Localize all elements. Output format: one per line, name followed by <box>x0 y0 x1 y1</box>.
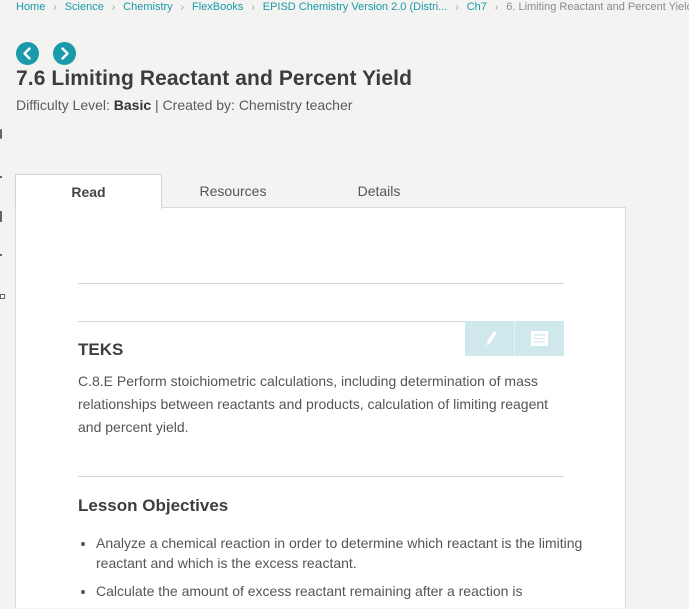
content-panel: TEKS C.8.E Perform stoichiometric calcul… <box>15 207 626 608</box>
notes-button[interactable] <box>515 321 564 356</box>
divider <box>78 283 564 284</box>
breadcrumb-separator-icon: › <box>494 1 499 13</box>
breadcrumb-book[interactable]: EPISD Chemistry Version 2.0 (Distri... <box>263 1 448 13</box>
breadcrumb-separator-icon: › <box>455 1 459 13</box>
annotation-toolbar <box>465 321 564 356</box>
list-item: Calculate the amount of excess reactant … <box>96 581 586 601</box>
lesson-meta: Difficulty Level: Basic | Created by: Ch… <box>16 97 352 113</box>
difficulty-label: Difficulty Level: <box>16 97 114 113</box>
page-title: 7.6 Limiting Reactant and Percent Yield <box>16 67 413 90</box>
chevron-right-icon <box>61 47 69 60</box>
edge-fragment <box>0 254 2 256</box>
edge-fragment <box>0 129 2 139</box>
breadcrumb-current: 6. Limiting Reactant and Percent Yield <box>506 1 689 13</box>
chevron-left-icon <box>23 47 31 60</box>
objectives-list: Analyze a chemical reaction in order to … <box>78 533 586 609</box>
previous-lesson-button[interactable] <box>16 42 39 65</box>
divider <box>78 476 564 477</box>
created-by: | Created by: Chemistry teacher <box>151 97 353 113</box>
tab-resources[interactable]: Resources <box>160 174 306 208</box>
list-item: Analyze a chemical reaction in order to … <box>96 533 586 573</box>
tab-bar: Read Resources Details <box>15 174 625 209</box>
breadcrumb-separator-icon: › <box>53 1 57 13</box>
tab-read[interactable]: Read <box>15 174 162 209</box>
breadcrumb-chapter[interactable]: Ch7 <box>467 1 487 13</box>
breadcrumb: Home › Science › Chemistry › FlexBooks ›… <box>16 0 689 14</box>
notes-icon <box>531 331 548 346</box>
breadcrumb-separator-icon: › <box>251 1 255 13</box>
next-lesson-button[interactable] <box>53 42 76 65</box>
breadcrumb-flexbooks[interactable]: FlexBooks <box>192 1 243 13</box>
breadcrumb-chemistry[interactable]: Chemistry <box>123 1 173 13</box>
edge-fragment <box>0 176 2 178</box>
breadcrumb-separator-icon: › <box>180 1 185 13</box>
teks-heading: TEKS <box>78 340 124 359</box>
difficulty-value: Basic <box>113 97 152 113</box>
breadcrumb-separator-icon: › <box>111 1 116 13</box>
tab-details[interactable]: Details <box>306 174 452 208</box>
edge-fragment <box>0 211 2 222</box>
highlight-button[interactable] <box>465 321 514 356</box>
objectives-heading: Lesson Objectives <box>78 496 229 515</box>
breadcrumb-science[interactable]: Science <box>65 1 104 13</box>
teks-text: C.8.E Perform stoichiometric calculation… <box>78 373 549 435</box>
edge-fragment <box>0 294 5 299</box>
pencil-icon <box>486 331 497 346</box>
breadcrumb-home[interactable]: Home <box>16 1 45 13</box>
